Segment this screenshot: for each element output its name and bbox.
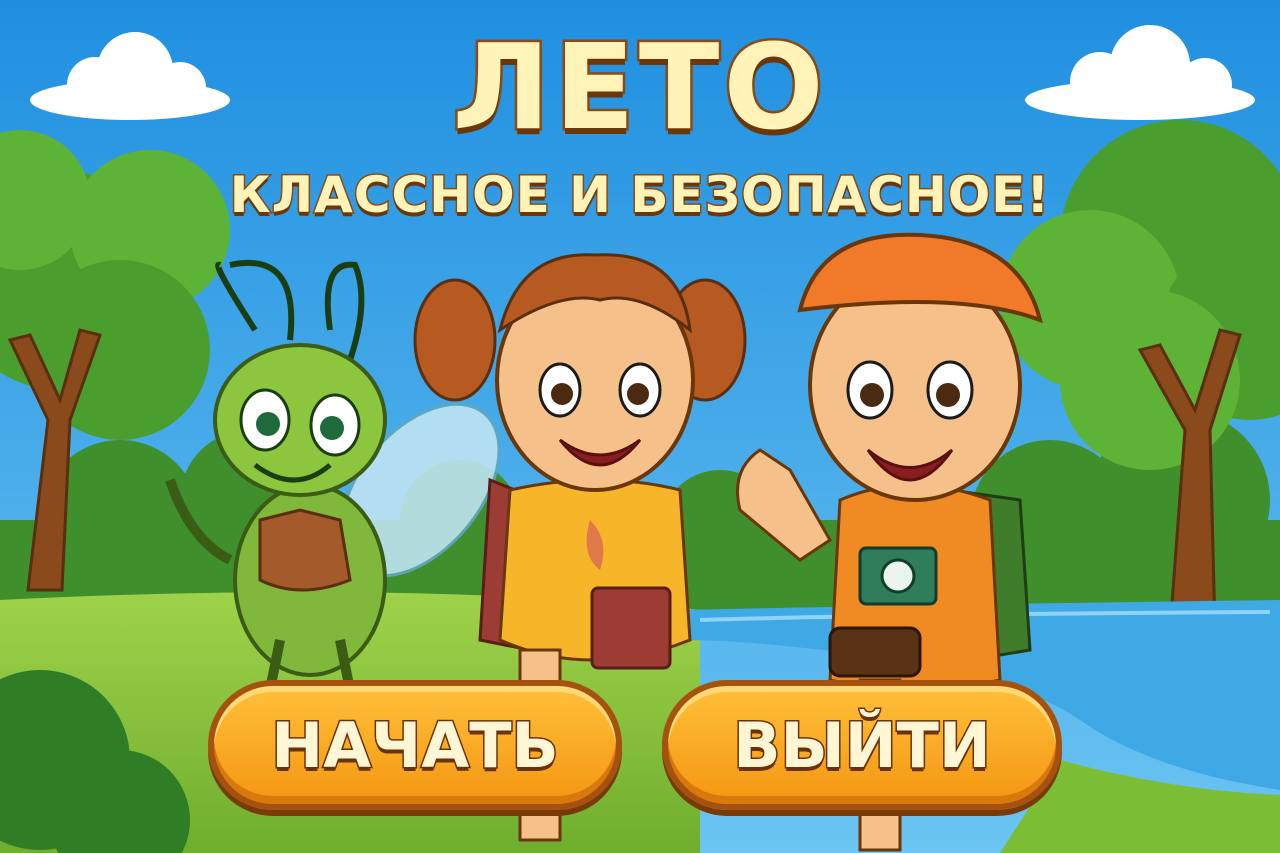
start-button[interactable]: НАЧАТЬ [208, 680, 622, 810]
exit-button[interactable]: ВЫЙТИ [662, 680, 1062, 810]
game-title: ЛЕТО [450, 18, 828, 156]
game-subtitle: КЛАССНОЕ И БЕЗОПАСНОЕ! [228, 165, 1051, 226]
